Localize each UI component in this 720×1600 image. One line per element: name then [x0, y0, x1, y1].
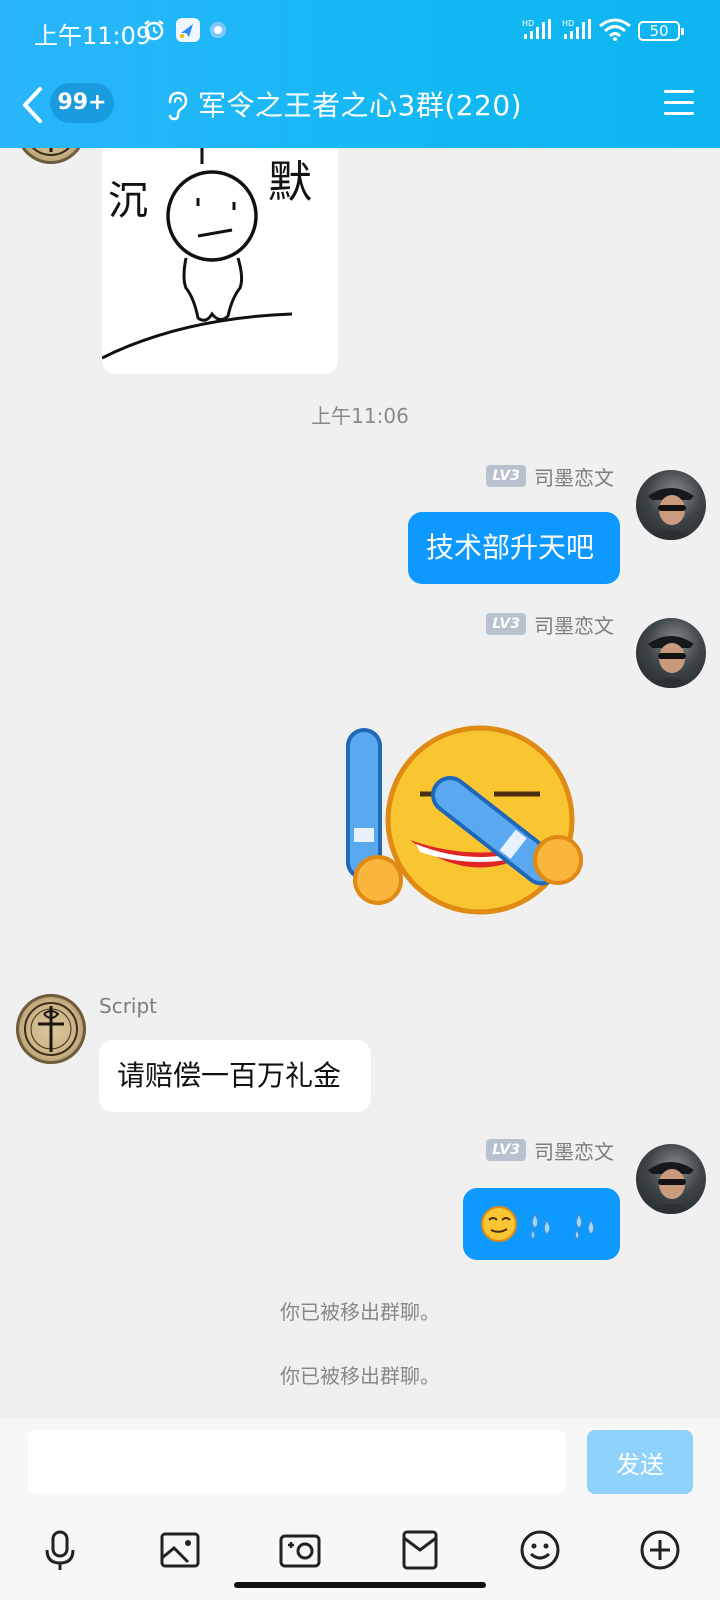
unread-count-badge[interactable]: 99+: [50, 83, 114, 123]
avatar-script[interactable]: [16, 148, 86, 164]
input-bar: 发送: [0, 1418, 720, 1600]
battery-level: 50: [649, 22, 669, 40]
facepalm-laugh-emoji[interactable]: [340, 720, 600, 930]
sweat-drops-icon: [530, 1212, 595, 1240]
svg-text:HD: HD: [562, 19, 574, 28]
sender-row: LV3 司墨恋文: [486, 462, 614, 490]
send-button[interactable]: 发送: [587, 1430, 693, 1494]
red-packet-icon[interactable]: [398, 1528, 442, 1572]
level-badge: LV3: [486, 613, 526, 635]
plus-icon[interactable]: [638, 1528, 682, 1572]
earpiece-mode-icon: [168, 91, 188, 121]
app-notification-dot-icon: [210, 22, 226, 38]
level-badge: LV3: [486, 1139, 526, 1161]
avatar-script[interactable]: [16, 994, 86, 1064]
back-chevron-icon[interactable]: [20, 86, 44, 124]
sender-row: LV3 司墨恋文: [486, 1136, 614, 1164]
avatar-user[interactable]: [636, 1144, 706, 1214]
signal-hd-icon-2: HD: [562, 19, 591, 39]
menu-icon[interactable]: [664, 90, 694, 116]
status-time: 上午11:09: [34, 22, 152, 50]
emoji-icon[interactable]: [518, 1528, 562, 1572]
microphone-icon[interactable]: [38, 1528, 82, 1572]
sender-name[interactable]: 司墨恋文: [534, 462, 614, 491]
level-badge: LV3: [486, 465, 526, 487]
battery-indicator: 50: [638, 21, 684, 41]
sticker-image[interactable]: 沉 默: [102, 148, 338, 374]
header: 上午11:09 HD HD 50 99+ 军令之王者之心3群(220): [0, 0, 720, 148]
avatar-user[interactable]: [636, 470, 706, 540]
sticker-text-right: 默: [268, 157, 312, 208]
message-bubble-incoming[interactable]: 请赔偿一百万礼金: [99, 1040, 371, 1112]
message-bubble-outgoing[interactable]: 技术部升天吧: [408, 512, 620, 584]
sticker-text-left: 沉: [108, 178, 148, 224]
system-message: 你已被移出群聊。: [280, 1300, 440, 1324]
image-icon[interactable]: [158, 1528, 202, 1572]
status-bar: 上午11:09 HD HD 50: [0, 0, 720, 62]
title-bar: 99+ 军令之王者之心3群(220): [0, 62, 720, 148]
sender-row: Script: [99, 992, 157, 1020]
sender-row: LV3 司墨恋文: [486, 610, 614, 638]
avatar-user[interactable]: [636, 618, 706, 688]
message-timestamp: 上午11:06: [311, 404, 409, 428]
chat-title[interactable]: 军令之王者之心3群(220): [198, 84, 522, 124]
smirk-emoji-icon: [481, 1206, 517, 1242]
sender-name[interactable]: 司墨恋文: [534, 1136, 614, 1165]
svg-text:HD: HD: [522, 19, 534, 28]
sender-name[interactable]: Script: [99, 994, 157, 1018]
signal-hd-icon: HD: [522, 19, 551, 39]
system-message: 你已被移出群聊。: [280, 1364, 440, 1388]
message-list[interactable]: 沉 默 上午11:06 LV3 司墨恋文 技术部升天吧 LV3 司墨恋文 Scr…: [0, 148, 720, 1418]
wifi-icon: [599, 18, 631, 41]
message-input[interactable]: [28, 1430, 566, 1494]
message-bubble-outgoing-emoji[interactable]: [463, 1188, 620, 1260]
sender-name[interactable]: 司墨恋文: [534, 610, 614, 639]
home-indicator[interactable]: [234, 1582, 486, 1588]
app-notification-icon: [176, 18, 200, 42]
camera-icon[interactable]: [278, 1528, 322, 1572]
alarm-icon: [144, 20, 164, 41]
